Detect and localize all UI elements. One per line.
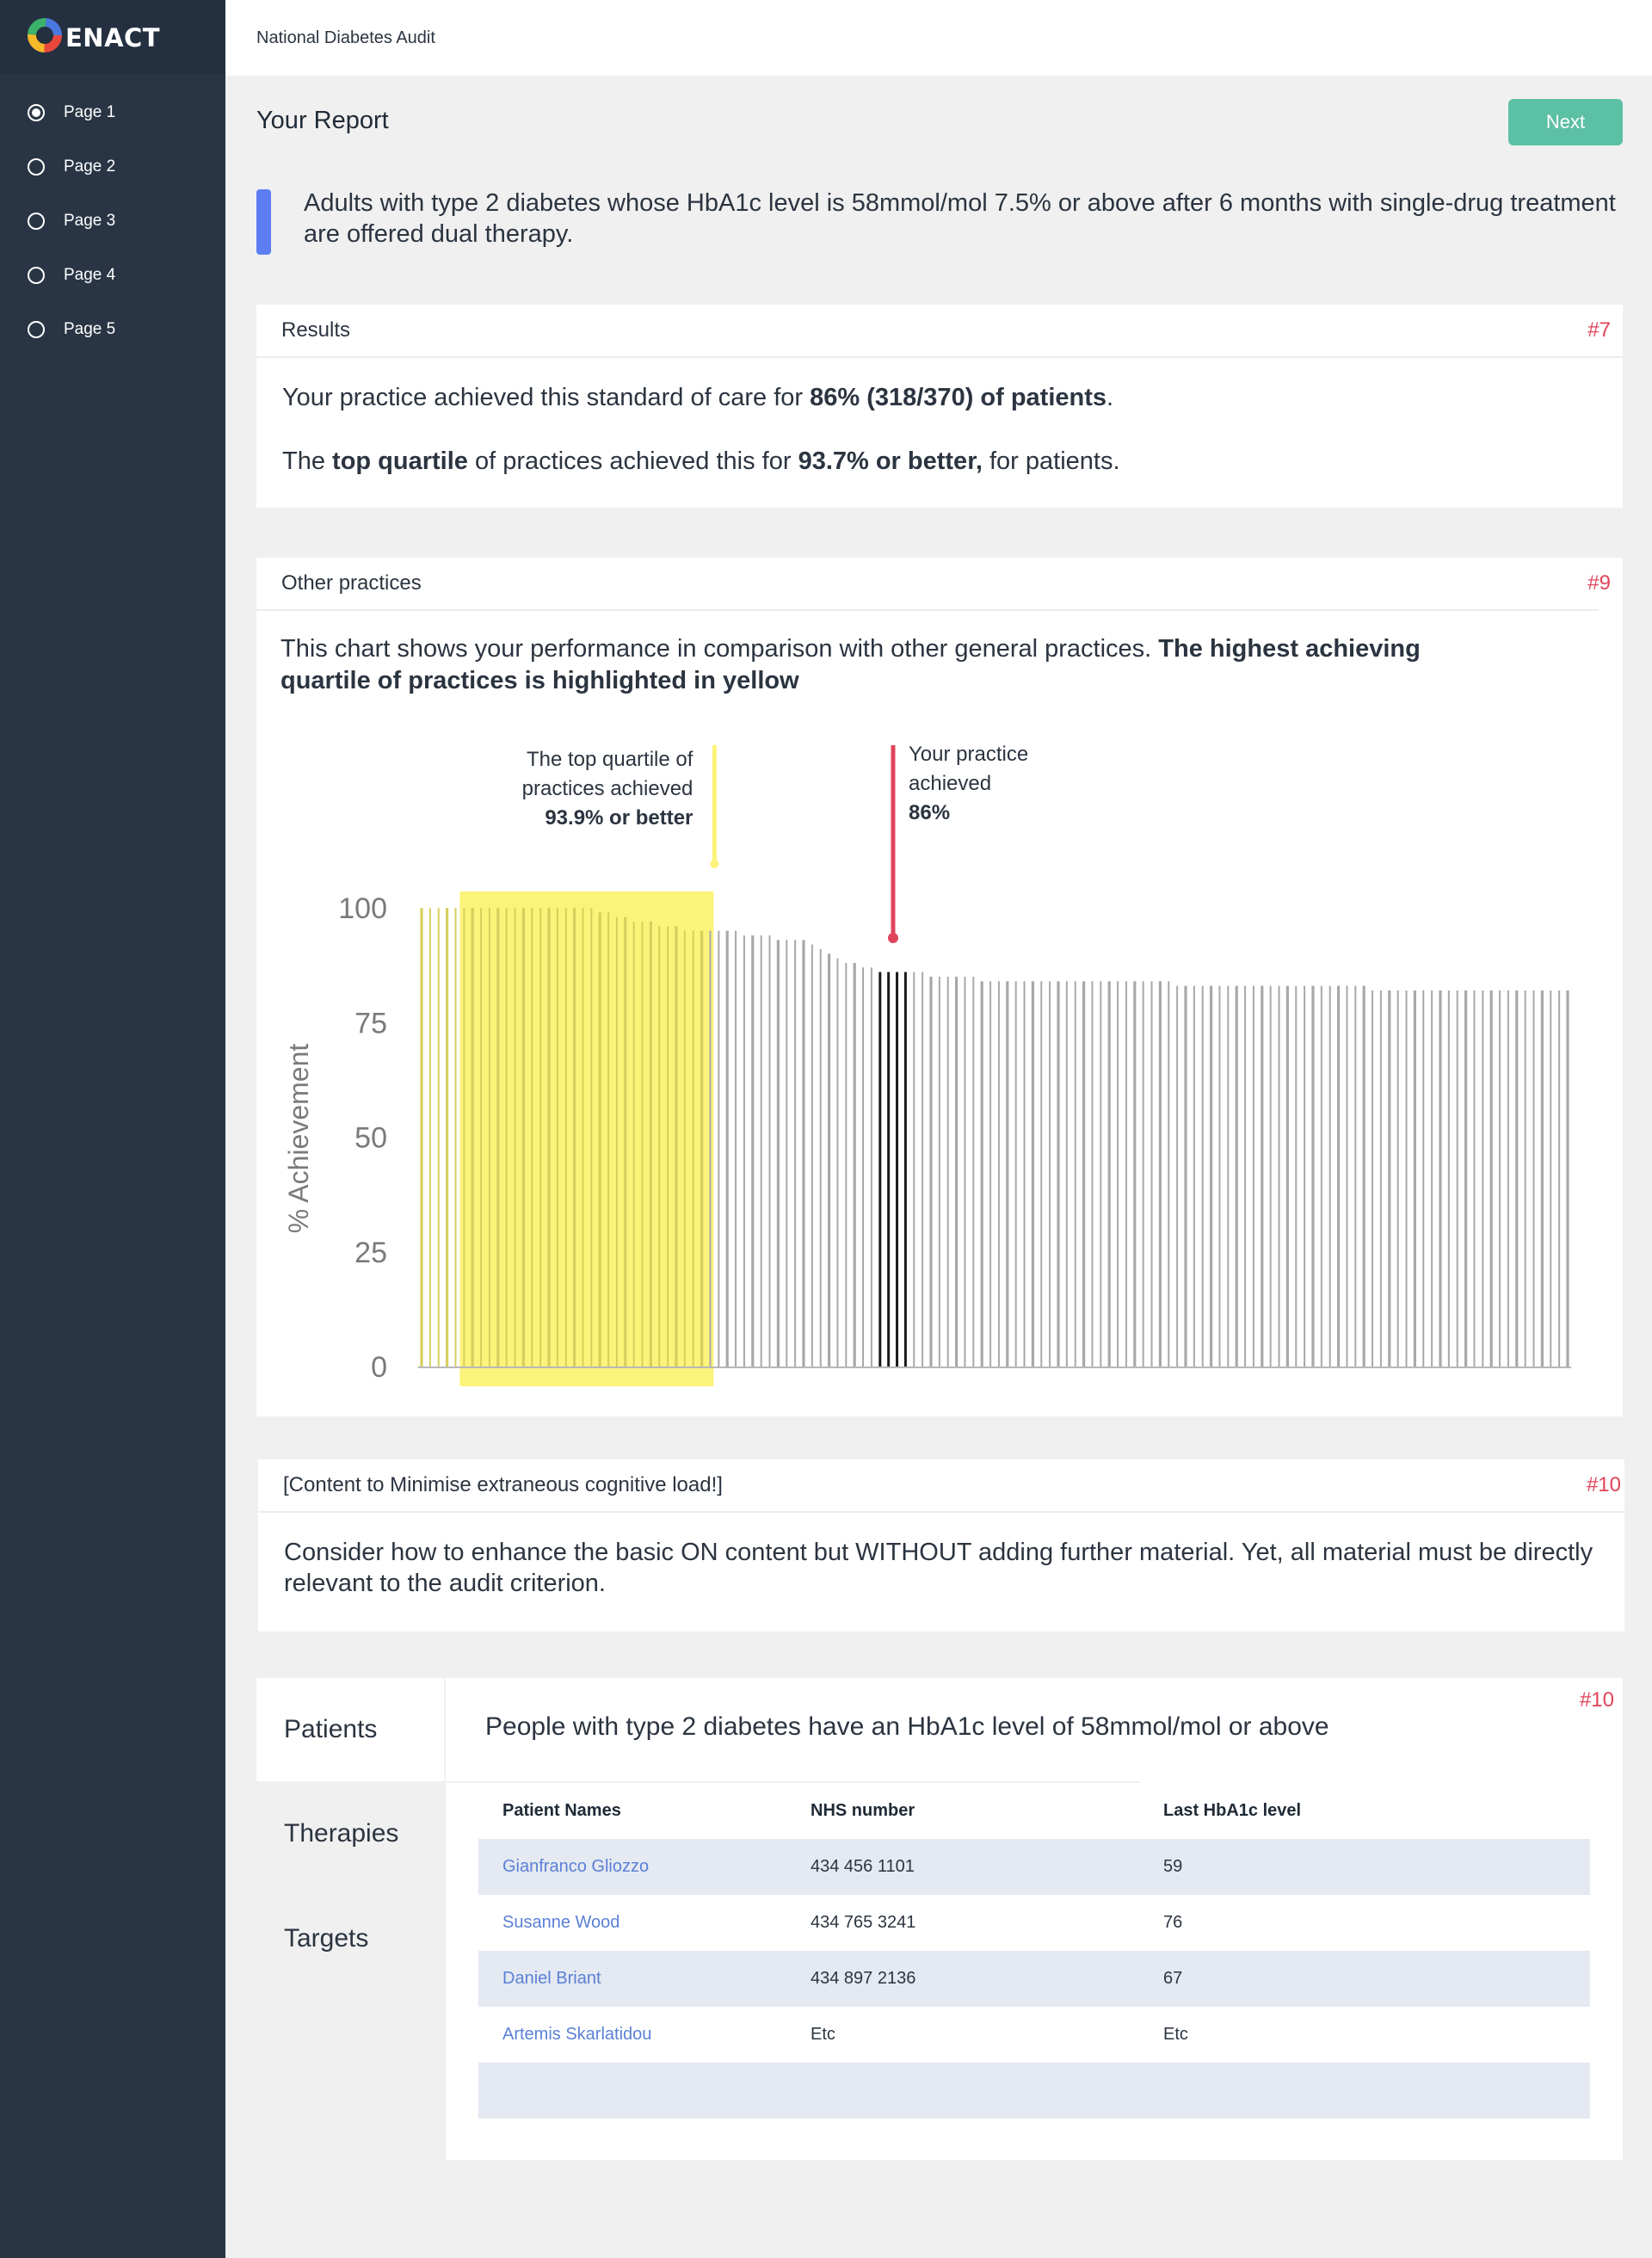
page-nav: Page 1 Page 2 Page 3 Page 4 Page 5 (0, 75, 225, 356)
table-header-row: Patient Names NHS number Last HbA1c leve… (478, 1783, 1590, 1839)
hba1c-value: 67 (1163, 1951, 1590, 2007)
card-header: [Content to Minimise extraneous cognitiv… (258, 1459, 1624, 1513)
nav-item-page-5[interactable]: Page 5 (0, 302, 225, 356)
nhs-number: 434 456 1101 (811, 1839, 1163, 1895)
criterion-accent-bar (256, 189, 271, 255)
column-header: Last HbA1c level (1163, 1801, 1302, 1820)
nhs-number: 434 765 3241 (811, 1913, 916, 1932)
your-practice-marker-dot (888, 933, 898, 943)
comparison-bar-chart: 0 25 50 75 100 % Achievement The top quartile … (283, 743, 1571, 1386)
nav-item-label: Page 1 (64, 102, 116, 121)
card-title: [Content to Minimise extraneous cognitiv… (283, 1473, 723, 1496)
nav-item-page-3[interactable]: Page 3 (0, 194, 225, 248)
y-tick-label: 50 (354, 1122, 387, 1155)
column-header: Patient Names (502, 1801, 621, 1820)
patient-name-link[interactable]: Gianfranco Gliozzo (502, 1857, 649, 1876)
your-practice-annotation: achieved (909, 772, 991, 795)
content-note-body: Consider how to enhance the basic ON con… (258, 1513, 1624, 1623)
brand-name: ENACT (65, 22, 161, 52)
top-quartile-annotation: practices achieved (522, 777, 693, 800)
table-row: Gianfranco Gliozzo 434 456 1101 59 (478, 1839, 1590, 1895)
y-tick-label: 75 (354, 1007, 387, 1040)
enact-logo-icon (26, 16, 64, 59)
app-title: National Diabetes Audit (256, 28, 435, 47)
patients-heading: People with type 2 diabetes have an HbA1… (485, 1712, 1329, 1741)
your-practice-annotation: Your practice (909, 743, 1028, 766)
nav-item-page-2[interactable]: Page 2 (0, 139, 225, 194)
y-tick-label: 0 (371, 1351, 387, 1384)
patients-table: Patient Names NHS number Last HbA1c leve… (478, 1783, 1590, 2119)
card-title: Results (281, 318, 351, 342)
tab-therapies[interactable]: Therapies (256, 1781, 444, 1886)
card-number: #10 (1579, 1688, 1614, 1712)
nav-item-label: Page 4 (64, 265, 116, 284)
column-header: NHS number (811, 1801, 915, 1820)
patients-panel: People with type 2 diabetes have an HbA1… (446, 1678, 1623, 2160)
radio-checked-icon[interactable] (28, 103, 45, 121)
hba1c-value: 59 (1163, 1839, 1590, 1895)
radio-icon[interactable] (28, 157, 45, 176)
results-line-top-quartile: The top quartile of practices achieved t… (282, 447, 1120, 475)
your-practice-annotation: 86% (909, 801, 950, 824)
nav-item-label: Page 3 (64, 211, 116, 230)
radio-icon[interactable] (28, 212, 45, 230)
tab-targets[interactable]: Targets (256, 1886, 444, 1991)
nav-item-page-1[interactable]: Page 1 (0, 85, 225, 139)
hba1c-value: 76 (1163, 1913, 1183, 1932)
nhs-number: Etc (811, 2025, 835, 2044)
card-header: Results #7 (256, 305, 1623, 358)
radio-icon[interactable] (28, 266, 45, 284)
tab-patients[interactable]: Patients (256, 1678, 444, 1781)
top-quartile-annotation: The top quartile of (527, 748, 693, 771)
results-line-practice: Your practice achieved this standard of … (282, 384, 1114, 411)
nav-item-label: Page 5 (64, 319, 116, 338)
patient-name-link[interactable]: Susanne Wood (502, 1913, 620, 1932)
table-row: Susanne Wood 434 765 3241 76 (478, 1895, 1590, 1951)
nav-item-label: Page 2 (64, 157, 116, 176)
table-row-empty (478, 2063, 1590, 2119)
criterion-text: Adults with type 2 diabetes whose HbA1c … (304, 189, 1616, 248)
nhs-number: 434 897 2136 (811, 1951, 1163, 2007)
card-number: #7 (1587, 318, 1611, 342)
other-practices-card: Other practices #9 This chart shows your… (256, 558, 1623, 1416)
y-axis-label: % Achievement (283, 1044, 314, 1234)
card-number: #10 (1586, 1473, 1621, 1496)
radio-icon[interactable] (28, 320, 45, 338)
results-body: Your practice achieved this standard of … (256, 358, 1623, 501)
content-note-card: [Content to Minimise extraneous cognitiv… (258, 1459, 1624, 1632)
patient-tabs: Patients Therapies Targets (256, 1678, 444, 1991)
patient-name-link[interactable]: Daniel Briant (502, 1969, 601, 1988)
page-title: Your Report (256, 107, 389, 134)
nav-item-page-4[interactable]: Page 4 (0, 248, 225, 302)
sidebar: ENACT Page 1 Page 2 Page 3 Page 4 Page 5 (0, 0, 225, 2258)
topbar: National Diabetes Audit (225, 0, 1652, 76)
table-row: Daniel Briant 434 897 2136 67 (478, 1951, 1590, 2007)
table-row: Artemis Skarlatidou Etc Etc (478, 2007, 1590, 2063)
brand: ENACT (0, 0, 225, 75)
y-tick-label: 100 (338, 892, 387, 925)
top-quartile-marker-dot (710, 860, 719, 868)
top-quartile-annotation: 93.9% or better (545, 806, 693, 830)
patient-name-link[interactable]: Artemis Skarlatidou (502, 2025, 651, 2044)
content-note-text: Consider how to enhance the basic ON con… (284, 1539, 1593, 1597)
y-tick-label: 25 (354, 1237, 387, 1269)
next-button[interactable]: Next (1508, 99, 1623, 145)
audit-criterion: Adults with type 2 diabetes whose HbA1c … (256, 188, 1624, 255)
results-card: Results #7 Your practice achieved this s… (256, 305, 1623, 508)
hba1c-value: Etc (1163, 2025, 1188, 2044)
